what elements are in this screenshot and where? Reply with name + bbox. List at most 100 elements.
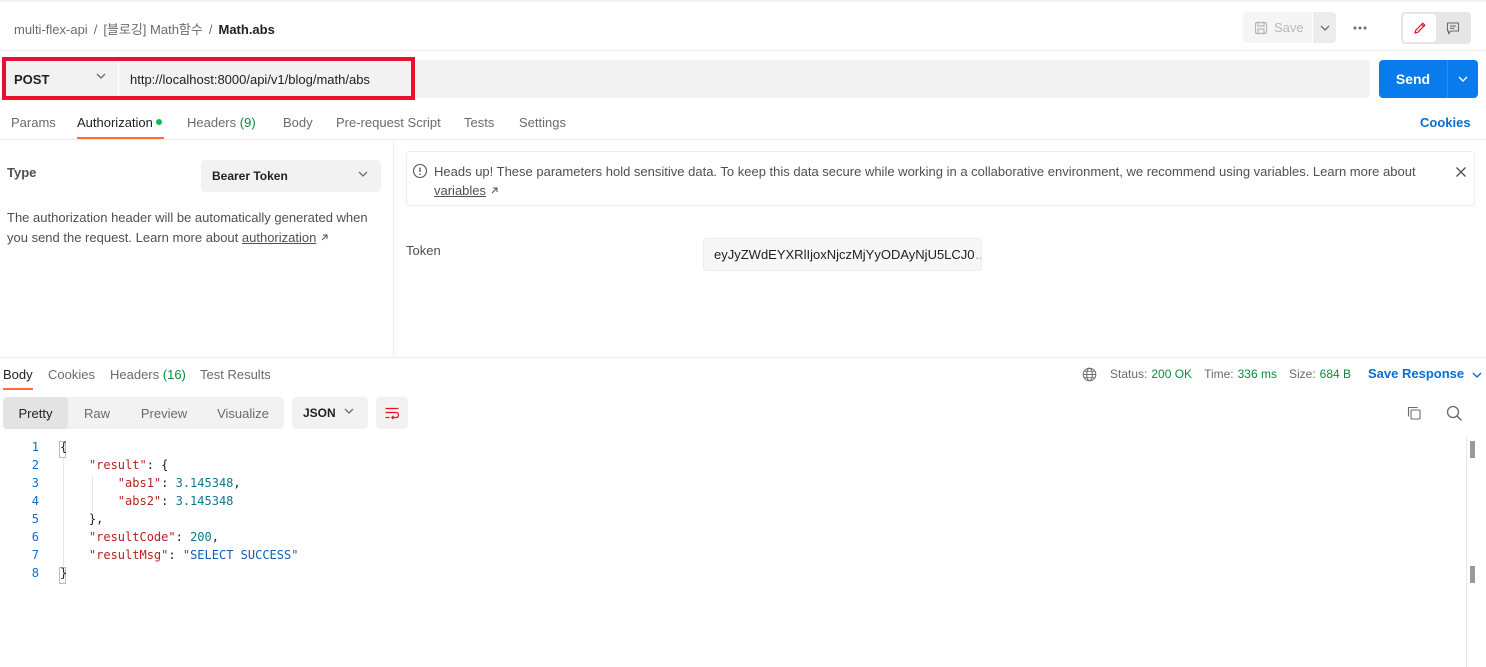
tab-headers-label: Headers [187,115,237,130]
tab-params[interactable]: Params [11,115,56,130]
save-label: Save [1274,20,1304,35]
comment-icon [1446,22,1459,35]
close-icon[interactable] [1455,166,1467,178]
external-link-icon [491,187,498,194]
send-dropdown-button[interactable] [1447,60,1478,98]
response-tab-test-results[interactable]: Test Results [200,367,271,382]
tab-authorization-label: Authorization [77,115,153,130]
token-input[interactable]: eyJyZWdEYXRlIjoxNjczMjYyODAyNjU5LCJ0... [703,238,982,271]
info-icon [412,163,428,179]
highlight-annotation [2,57,415,100]
size-value: 684 B [1319,367,1352,381]
breadcrumb-separator: / [208,22,213,37]
chevron-down-icon [344,408,354,414]
wrap-lines-button[interactable] [376,397,408,429]
view-preview[interactable]: Preview [126,397,202,429]
code-text: } [60,566,67,580]
authorization-link[interactable]: authorization [242,230,316,245]
notice-text: Heads up! These parameters hold sensitiv… [434,162,1434,200]
active-dot-icon [155,119,162,125]
response-tab-headers-label: Headers [110,367,160,382]
code-text: "abs1": 3.145348, [117,476,241,490]
tab-settings[interactable]: Settings [519,115,566,130]
response-tab-headers-count: (16) [162,367,186,382]
globe-icon[interactable] [1082,367,1097,382]
view-raw[interactable]: Raw [68,397,126,429]
tab-prerequest-script[interactable]: Pre-request Script [336,115,441,130]
tab-headers[interactable]: Headers (9) [187,115,256,130]
auth-type-select[interactable]: Bearer Token [201,160,381,192]
line-number: 6 [31,530,39,544]
send-button[interactable]: Send [1379,60,1447,98]
auth-type-label: Type [7,165,37,180]
line-number: 2 [31,458,39,472]
copy-icon[interactable] [1406,405,1422,421]
more-icon [1353,26,1367,30]
sensitive-data-notice: Heads up! These parameters hold sensitiv… [406,151,1475,206]
size-label: Size: [1288,367,1316,381]
comments-button[interactable] [1436,14,1469,42]
breadcrumb-folder[interactable]: [블로깅] Math함수 [103,22,203,37]
view-mode-tabs: Pretty Raw Preview Visualize [3,397,284,429]
auth-type-panel: Type Bearer Token The authorization head… [0,140,394,357]
line-number: 5 [31,512,39,526]
response-tab-body[interactable]: Body [3,367,33,382]
save-button[interactable]: Save [1243,12,1312,43]
tab-tests[interactable]: Tests [464,115,494,130]
json-string: "SELECT SUCCESS" [182,548,299,562]
variables-link[interactable]: variables [434,183,486,198]
view-visualize[interactable]: Visualize [202,397,284,429]
save-response-button[interactable]: Save Response [1368,366,1482,381]
line-number: 4 [31,494,39,508]
tab-authorization[interactable]: Authorization [77,115,162,130]
breadcrumb: multi-flex-api / [블로깅] Math함수 / Math.abs [14,19,275,38]
json-number: 3.145348 [175,494,234,508]
send-group: Send [1379,60,1478,98]
line-number: 3 [31,476,39,490]
line-number: 1 [31,440,39,454]
breadcrumb-request[interactable]: Math.abs [218,22,274,37]
format-value: JSON [303,406,336,420]
code-token: }, [88,512,104,526]
chevron-down-icon [358,171,368,177]
time-value: 336 ms [1237,367,1277,381]
format-select[interactable]: JSON [292,397,368,429]
status-label: Status: [1110,367,1148,381]
save-group: Save [1243,12,1336,43]
active-response-tab-indicator [3,388,33,390]
code-text: "resultMsg": "SELECT SUCCESS" [88,548,299,562]
notice-message: Heads up! These parameters hold sensitiv… [434,164,1416,179]
more-actions-button[interactable] [1348,16,1372,40]
scrollbar-marker [1470,441,1475,458]
line-number: 7 [31,548,39,562]
json-key: "abs1" [117,476,162,490]
response-tab-cookies[interactable]: Cookies [48,367,95,382]
cookies-link[interactable]: Cookies [1420,115,1471,130]
json-key: "resultMsg" [88,548,169,562]
code-text: { [60,440,67,454]
save-dropdown-button[interactable] [1313,12,1336,43]
external-link-icon [321,234,328,241]
tab-body[interactable]: Body [283,115,313,130]
top-bar: multi-flex-api / [블로깅] Math함수 / Math.abs Sav… [0,0,1486,51]
breadcrumb-workspace[interactable]: multi-flex-api [14,22,88,37]
code-token: } [60,566,68,580]
view-pretty[interactable]: Pretty [3,397,68,429]
json-key: "abs2" [117,494,162,508]
search-icon[interactable] [1446,405,1463,422]
editor-scrollbar-track[interactable] [1466,437,1467,667]
mode-toggle [1401,12,1471,44]
tab-headers-count: (9) [239,115,256,130]
save-icon [1254,21,1268,34]
breadcrumb-separator: / [93,22,98,37]
edit-mode-button[interactable] [1403,14,1436,42]
response-tab-headers[interactable]: Headers (16) [110,367,186,382]
status-value: 200 OK [1151,367,1193,381]
pencil-icon [1413,22,1426,34]
active-tab-indicator [77,137,164,139]
json-number: 3.145348 [175,476,234,490]
wrap-lines-icon [385,407,400,420]
json-number: 200 [190,530,212,544]
save-response-label: Save Response [1368,366,1465,381]
chevron-down-icon [1458,76,1468,82]
